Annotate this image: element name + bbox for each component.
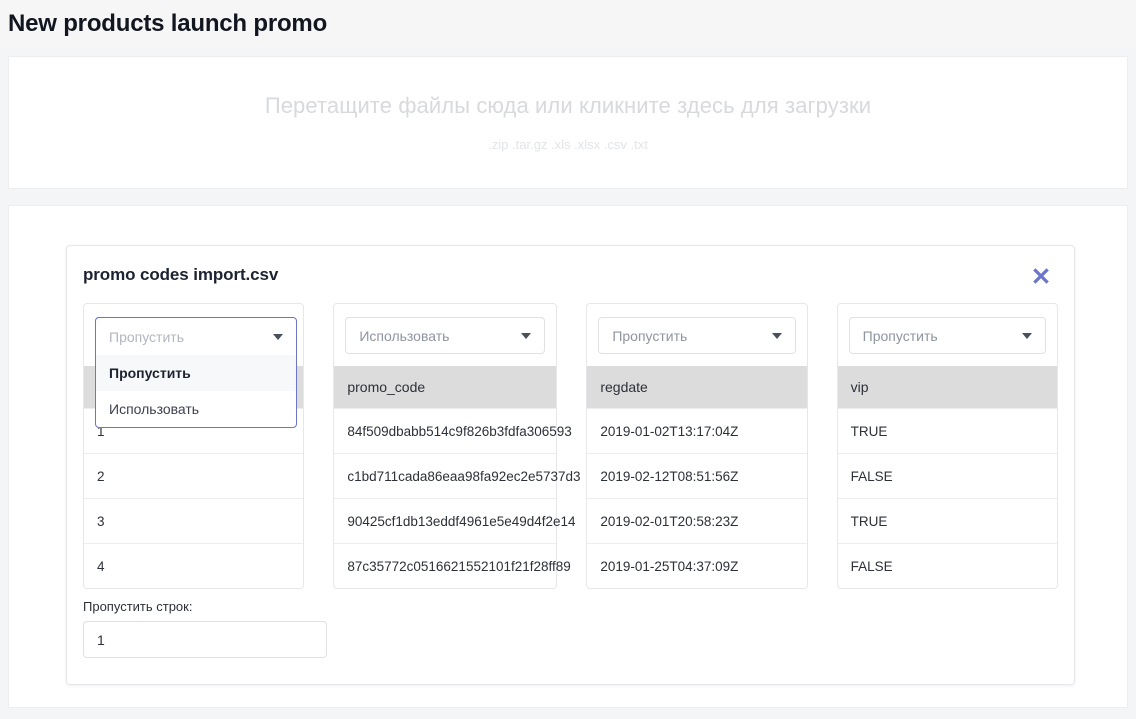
table-cell: 2 xyxy=(84,453,304,498)
column-action-select-2[interactable]: Пропустить xyxy=(598,317,796,354)
table-cell: c1bd711cada86eaa98fa92ec2e5737d3 xyxy=(334,453,581,498)
chevron-down-icon xyxy=(771,332,782,339)
table-cell: 84f509dbabb514c9f826b3fdfa306593 xyxy=(334,408,572,453)
column-mapping-grid: Пропустить 1 2 3 4 Пропустить Пропустить xyxy=(67,289,1074,589)
column-header-2: regdate xyxy=(587,366,807,408)
file-name-label: promo codes import.csv xyxy=(83,265,279,284)
import-column-1: Использовать promo_code 84f509dbabb514c9… xyxy=(333,303,581,589)
import-panel: promo codes import.csv Пропустить 1 2 xyxy=(8,205,1128,708)
page-header: New products launch promo xyxy=(0,0,1136,47)
file-import-card: promo codes import.csv Пропустить 1 2 xyxy=(66,245,1075,685)
column-action-value-2: Пропустить xyxy=(612,327,688,344)
column-action-value-3: Пропустить xyxy=(862,327,938,344)
dropdown-selected-label: Пропустить xyxy=(109,328,184,345)
table-cell: 2019-01-02T13:17:04Z xyxy=(587,408,807,453)
file-dropzone[interactable]: Перетащите файлы сюда или кликните здесь… xyxy=(8,56,1128,189)
dropdown-option-use[interactable]: Использовать xyxy=(96,391,296,427)
table-cell: 2019-02-12T08:51:56Z xyxy=(587,453,807,498)
skip-rows-block: Пропустить строк: xyxy=(67,589,1074,658)
chevron-down-icon xyxy=(521,332,532,339)
table-cell: FALSE xyxy=(837,543,1057,588)
table-cell: TRUE xyxy=(837,498,1057,543)
dropzone-section: Перетащите файлы сюда или кликните здесь… xyxy=(0,47,1136,189)
import-column-0: Пропустить 1 2 3 4 Пропустить Пропустить xyxy=(83,303,305,589)
table-cell: 2019-02-01T20:58:23Z xyxy=(587,498,807,543)
column-action-value-1: Использовать xyxy=(359,327,450,344)
column-header-3: vip xyxy=(837,366,1057,408)
dropdown-option-skip[interactable]: Пропустить xyxy=(96,355,296,391)
table-cell: 4 xyxy=(84,543,304,588)
chevron-down-icon xyxy=(1021,332,1032,339)
skip-rows-input[interactable] xyxy=(83,621,327,658)
import-column-2: Пропустить regdate 2019-01-02T13:17:04Z … xyxy=(586,303,808,589)
dropdown-selected-value[interactable]: Пропустить xyxy=(96,318,296,355)
skip-rows-label: Пропустить строк: xyxy=(83,599,193,614)
column-select-wrap-1: Использовать xyxy=(334,304,556,366)
dropzone-formats: .zip .tar.gz .xls .xlsx .csv .txt xyxy=(488,137,648,152)
column-header-1: promo_code xyxy=(334,366,557,408)
column-select-wrap-3: Пропустить xyxy=(838,304,1057,366)
column-action-select-1[interactable]: Использовать xyxy=(345,317,546,354)
chevron-down-icon xyxy=(273,333,283,340)
table-cell: 2019-01-25T04:37:09Z xyxy=(587,543,807,588)
table-cell: 3 xyxy=(84,498,304,543)
table-cell: 90425cf1db13eddf4961e5e49d4f2e14 xyxy=(334,498,576,543)
dropzone-instruction: Перетащите файлы сюда или кликните здесь… xyxy=(264,93,872,118)
page-title: New products launch promo xyxy=(8,9,328,37)
column-action-select-3[interactable]: Пропустить xyxy=(848,317,1046,354)
column-select-wrap-2: Пропустить xyxy=(587,304,806,366)
table-cell: 87c35772c0516621552101f21f28ff89 xyxy=(334,543,571,588)
column-action-dropdown-menu[interactable]: Пропустить Пропустить Использовать xyxy=(95,317,297,428)
table-cell: FALSE xyxy=(837,453,1057,498)
import-column-3: Пропустить vip TRUE FALSE TRUE FALSE xyxy=(836,303,1058,589)
close-icon[interactable] xyxy=(1028,263,1054,289)
file-card-header: promo codes import.csv xyxy=(67,246,1074,289)
table-cell: TRUE xyxy=(837,408,1057,453)
